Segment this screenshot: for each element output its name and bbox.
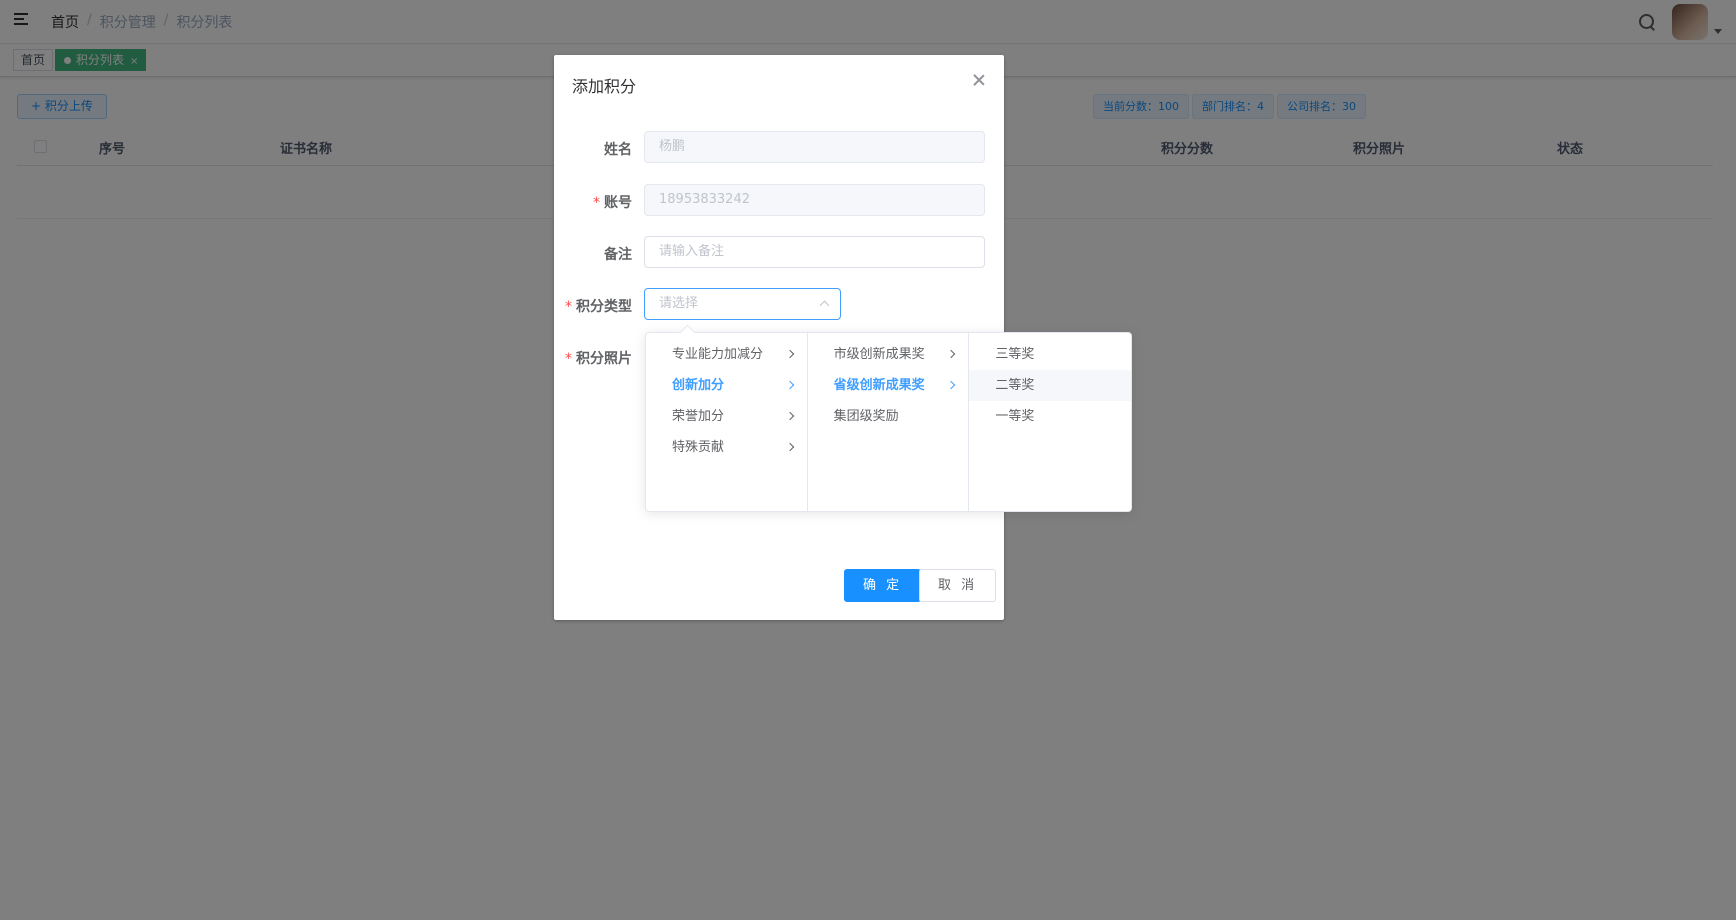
name-row: 姓名 杨鹏: [554, 131, 1004, 165]
remark-label: 备注: [604, 247, 632, 263]
cascader-option[interactable]: 三等奖: [969, 339, 1131, 370]
chevron-up-icon: [819, 300, 830, 311]
name-field: 杨鹏: [644, 131, 985, 163]
cascader-option-selected[interactable]: 创新加分: [646, 370, 807, 401]
chevron-right-icon: [785, 349, 794, 359]
account-label: * 账号: [593, 195, 632, 211]
cascader-option[interactable]: 市级创新成果奖: [808, 339, 969, 370]
points-photo-label: * 积分照片: [565, 351, 632, 367]
account-field: 18953833242: [644, 184, 985, 216]
chevron-right-icon: [785, 411, 794, 421]
cancel-button[interactable]: 取 消: [919, 569, 997, 602]
close-icon[interactable]: [973, 74, 985, 86]
required-mark: *: [565, 299, 572, 315]
chevron-right-icon: [947, 380, 956, 390]
cascader-level-3: 三等奖 二等奖 一等奖: [969, 333, 1132, 511]
points-type-row: * 积分类型 请选择: [554, 288, 1004, 322]
cascader-option[interactable]: 专业能力加减分: [646, 339, 807, 370]
confirm-button[interactable]: 确 定: [844, 569, 922, 602]
cascader-option[interactable]: 特殊贡献: [646, 432, 807, 463]
cascader-option[interactable]: 一等奖: [969, 401, 1131, 432]
select-placeholder: 请选择: [659, 296, 699, 311]
cascader-option[interactable]: 荣誉加分: [646, 401, 807, 432]
remark-row: 备注 请输入备注: [554, 236, 1004, 270]
chevron-right-icon: [947, 349, 956, 359]
name-label: 姓名: [604, 142, 632, 158]
required-mark: *: [565, 351, 572, 367]
chevron-right-icon: [785, 380, 794, 390]
required-mark: *: [593, 195, 600, 211]
dialog-title: 添加积分: [572, 77, 637, 96]
points-type-label: * 积分类型: [565, 299, 632, 315]
cascader-level-2: 市级创新成果奖 省级创新成果奖 集团级奖励: [808, 333, 970, 511]
cascader-level-1: 专业能力加减分 创新加分 荣誉加分 特殊贡献: [646, 333, 808, 511]
remark-input[interactable]: 请输入备注: [644, 236, 985, 268]
cascader-option-selected[interactable]: 省级创新成果奖: [808, 370, 969, 401]
chevron-right-icon: [785, 442, 794, 452]
points-type-select[interactable]: 请选择: [644, 288, 841, 320]
cascader-option-hovered[interactable]: 二等奖: [969, 370, 1132, 401]
account-row: * 账号 18953833242: [554, 184, 1004, 218]
points-type-cascader: 专业能力加减分 创新加分 荣誉加分 特殊贡献 市级创新成果奖 省级创新成果奖 集…: [645, 332, 1132, 512]
cascader-option[interactable]: 集团级奖励: [808, 401, 969, 432]
